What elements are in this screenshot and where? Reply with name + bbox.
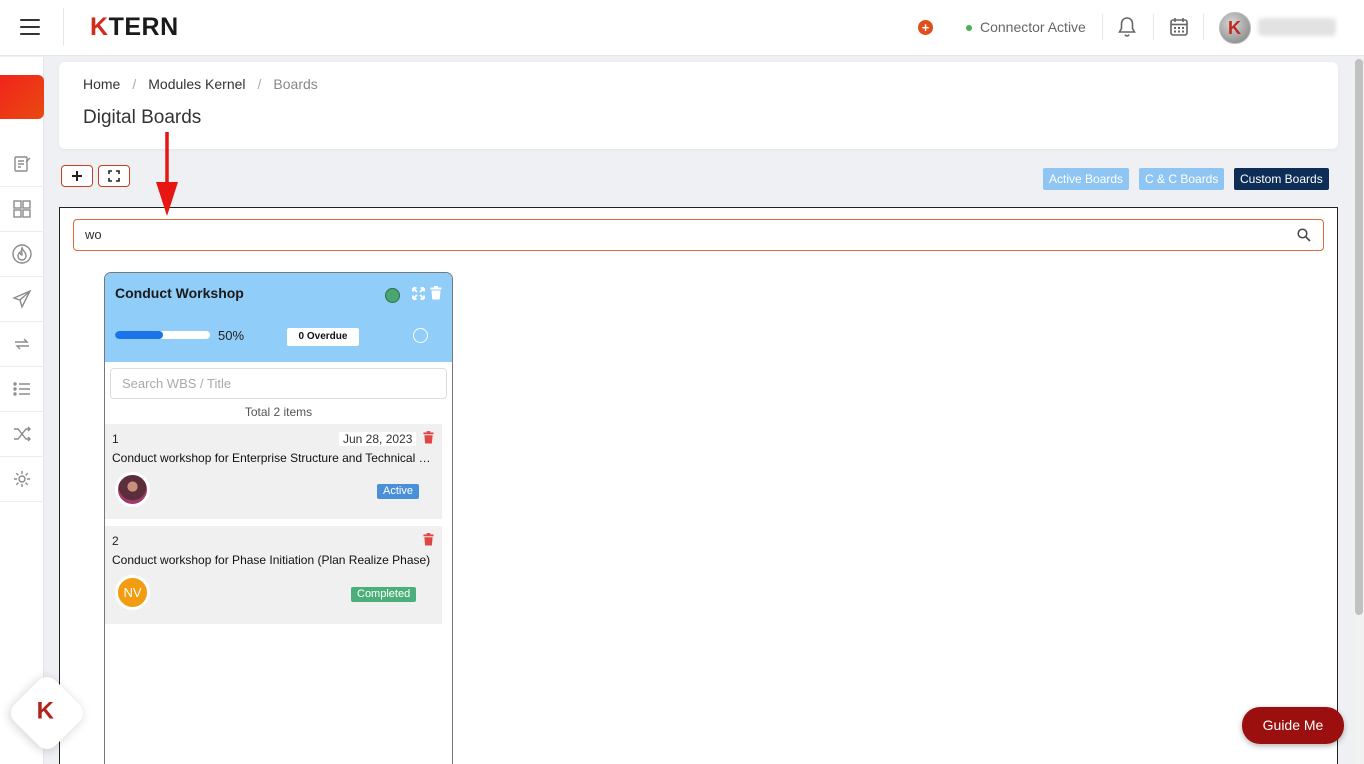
status-badge: Completed	[351, 587, 417, 602]
page-scrollbar[interactable]	[1354, 57, 1364, 764]
task-card[interactable]: 1 Jun 28, 2023 Conduct workshop for Ente…	[105, 424, 442, 519]
breadcrumb-boards: Boards	[273, 76, 318, 92]
send-icon	[12, 289, 32, 309]
divider	[1102, 14, 1103, 40]
add-circle-icon[interactable]: +	[918, 20, 933, 35]
sidebar-active-item[interactable]	[0, 75, 44, 119]
edit-note-icon	[14, 156, 31, 172]
task-number: 1	[112, 432, 119, 446]
fullscreen-icon	[108, 170, 120, 182]
scrollbar-thumb[interactable]	[1355, 59, 1363, 615]
sidebar-item-send[interactable]	[0, 277, 44, 322]
board-title[interactable]: Conduct Workshop	[115, 285, 244, 301]
sidebar-item-sync[interactable]	[0, 322, 44, 367]
list-icon	[13, 382, 30, 396]
app-logo[interactable]: KTERN	[90, 13, 179, 42]
grid-icon	[13, 200, 31, 218]
divider	[1203, 14, 1204, 40]
tab-custom-boards[interactable]: Custom Boards	[1234, 168, 1329, 190]
assignee-avatar[interactable]: NV	[115, 575, 150, 610]
task-title: Conduct workshop for Phase Initiation (P…	[112, 553, 431, 567]
divider	[63, 8, 64, 46]
wbs-search-input[interactable]	[122, 376, 432, 391]
delete-task-icon[interactable]	[423, 431, 434, 449]
search-icon[interactable]	[1297, 228, 1311, 247]
progress-bar	[115, 331, 210, 339]
sidebar-item-settings[interactable]	[0, 457, 44, 502]
task-number: 2	[112, 534, 119, 548]
user-avatar[interactable]: K	[1219, 12, 1251, 44]
status-badge: Active	[377, 484, 419, 499]
sidebar	[0, 57, 44, 764]
delete-board-icon[interactable]	[430, 286, 442, 305]
total-items-label: Total 2 items	[244, 405, 313, 419]
assignee-avatar[interactable]	[115, 472, 150, 507]
task-title: Conduct workshop for Enterprise Structur…	[112, 451, 437, 465]
gear-icon	[14, 471, 30, 487]
sidebar-item-list[interactable]	[0, 367, 44, 412]
board-search-field[interactable]	[73, 219, 1324, 251]
sidebar-item-shuffle[interactable]	[0, 412, 44, 457]
bell-icon[interactable]	[1117, 16, 1137, 43]
sync-icon	[15, 338, 29, 350]
delete-task-icon[interactable]	[423, 533, 434, 551]
user-name-blurred[interactable]	[1258, 18, 1336, 36]
shuffle-icon	[14, 426, 31, 442]
sidebar-item-flame[interactable]	[0, 232, 44, 277]
add-board-button[interactable]	[61, 165, 93, 187]
plus-icon	[72, 171, 82, 181]
breadcrumb-modules-kernel[interactable]: Modules Kernel	[148, 76, 245, 92]
select-circle-icon[interactable]	[413, 328, 428, 343]
tab-active-boards[interactable]: Active Boards	[1043, 168, 1130, 190]
avatar-letter: K	[1228, 18, 1241, 38]
expand-icon[interactable]	[412, 287, 425, 305]
board-card: Conduct Workshop 50% 0 Overdue Total 2 i…	[104, 272, 453, 764]
wbs-search-field[interactable]	[110, 368, 447, 399]
overdue-badge: 0 Overdue	[287, 328, 359, 346]
sidebar-item-edit[interactable]	[0, 142, 44, 187]
connector-status-text: Connector Active	[980, 19, 1086, 35]
board-status-dot[interactable]	[385, 288, 400, 303]
flame-icon	[12, 244, 32, 264]
board-search-input[interactable]	[85, 227, 1265, 242]
divider	[1153, 14, 1154, 40]
breadcrumb: Home / Modules Kernel / Boards	[83, 76, 318, 92]
page-header-card: Home / Modules Kernel / Boards Digital Board…	[59, 62, 1338, 149]
annotation-arrow-icon	[154, 130, 180, 223]
top-bar: KTERN + Connector Active K	[0, 0, 1364, 56]
task-card[interactable]: 2 Conduct workshop for Phase Initiation …	[105, 526, 442, 624]
calendar-icon[interactable]	[1169, 16, 1189, 43]
guide-me-button[interactable]: Guide Me	[1242, 707, 1344, 744]
breadcrumb-home[interactable]: Home	[83, 76, 120, 92]
task-date: Jun 28, 2023	[339, 432, 417, 446]
progress-label: 50%	[218, 328, 245, 343]
hamburger-menu-icon[interactable]	[20, 19, 40, 35]
tab-c-c-boards[interactable]: C & C Boards	[1139, 168, 1225, 190]
connector-status-dot	[966, 25, 972, 31]
progress-fill	[115, 331, 163, 339]
sidebar-item-grid[interactable]	[0, 187, 44, 232]
page-title: Digital Boards	[83, 107, 202, 128]
fullscreen-button[interactable]	[98, 165, 130, 187]
board-header: Conduct Workshop 50% 0 Overdue	[105, 273, 452, 362]
